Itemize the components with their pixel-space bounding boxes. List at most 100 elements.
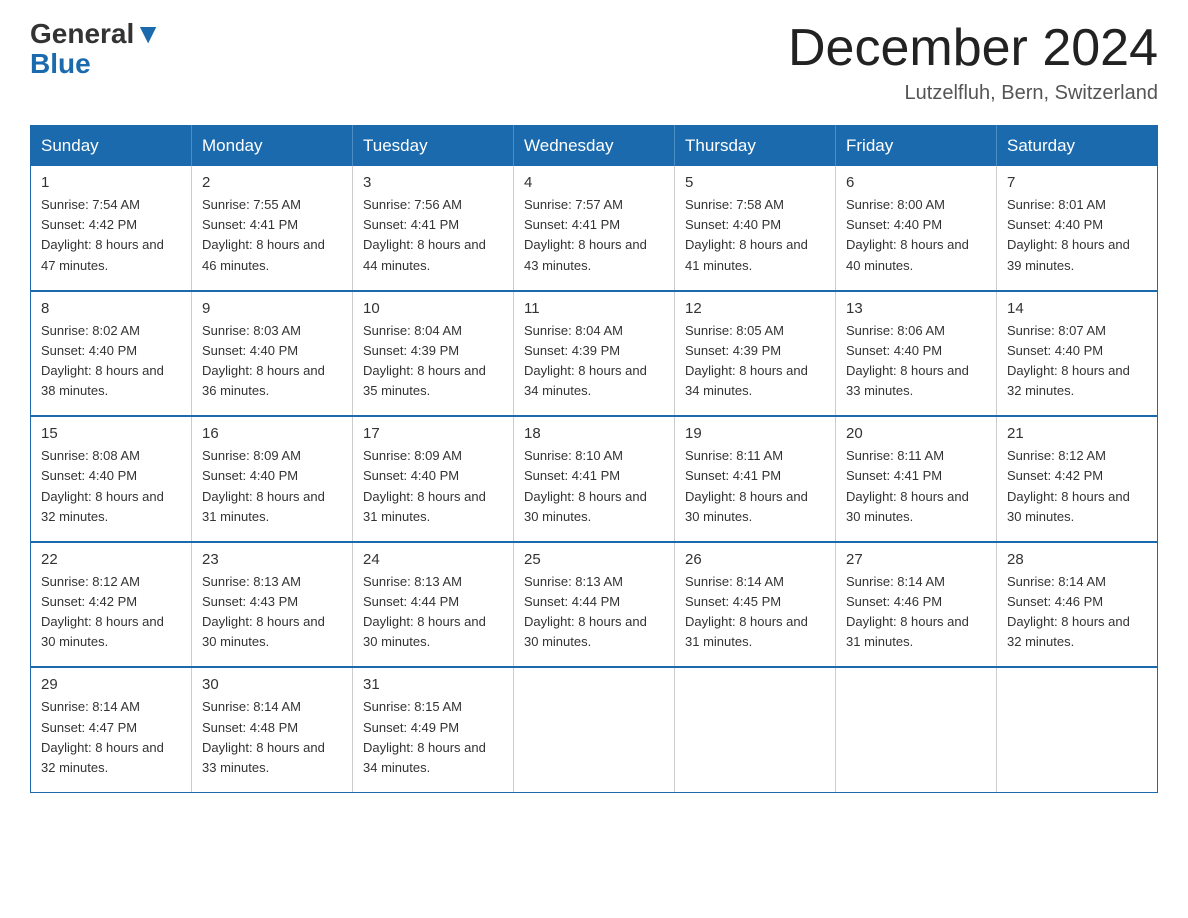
calendar-cell: 13 Sunrise: 8:06 AM Sunset: 4:40 PM Dayl… <box>836 291 997 417</box>
day-info: Sunrise: 7:57 AM Sunset: 4:41 PM Dayligh… <box>524 195 664 276</box>
day-number: 18 <box>524 425 664 442</box>
day-info: Sunrise: 8:11 AM Sunset: 4:41 PM Dayligh… <box>846 446 986 527</box>
calendar-cell: 21 Sunrise: 8:12 AM Sunset: 4:42 PM Dayl… <box>997 416 1158 542</box>
calendar-cell: 6 Sunrise: 8:00 AM Sunset: 4:40 PM Dayli… <box>836 166 997 291</box>
day-info: Sunrise: 8:04 AM Sunset: 4:39 PM Dayligh… <box>363 321 503 402</box>
day-info: Sunrise: 8:14 AM Sunset: 4:48 PM Dayligh… <box>202 697 342 778</box>
month-title: December 2024 <box>788 20 1158 77</box>
calendar-cell: 7 Sunrise: 8:01 AM Sunset: 4:40 PM Dayli… <box>997 166 1158 291</box>
calendar-cell: 25 Sunrise: 8:13 AM Sunset: 4:44 PM Dayl… <box>514 542 675 668</box>
day-info: Sunrise: 8:03 AM Sunset: 4:40 PM Dayligh… <box>202 321 342 402</box>
calendar-cell: 18 Sunrise: 8:10 AM Sunset: 4:41 PM Dayl… <box>514 416 675 542</box>
day-number: 6 <box>846 174 986 191</box>
day-info: Sunrise: 8:09 AM Sunset: 4:40 PM Dayligh… <box>363 446 503 527</box>
day-number: 12 <box>685 300 825 317</box>
day-number: 27 <box>846 551 986 568</box>
day-number: 30 <box>202 676 342 693</box>
day-info: Sunrise: 8:13 AM Sunset: 4:44 PM Dayligh… <box>363 572 503 653</box>
day-number: 19 <box>685 425 825 442</box>
calendar-cell: 30 Sunrise: 8:14 AM Sunset: 4:48 PM Dayl… <box>192 667 353 792</box>
day-info: Sunrise: 8:04 AM Sunset: 4:39 PM Dayligh… <box>524 321 664 402</box>
calendar-header: Sunday Monday Tuesday Wednesday Thursday… <box>31 126 1158 167</box>
day-info: Sunrise: 8:14 AM Sunset: 4:45 PM Dayligh… <box>685 572 825 653</box>
day-number: 8 <box>41 300 181 317</box>
header-sunday: Sunday <box>31 126 192 167</box>
day-number: 21 <box>1007 425 1147 442</box>
day-number: 3 <box>363 174 503 191</box>
day-number: 10 <box>363 300 503 317</box>
calendar-cell: 29 Sunrise: 8:14 AM Sunset: 4:47 PM Dayl… <box>31 667 192 792</box>
calendar-cell <box>836 667 997 792</box>
calendar-row: 15 Sunrise: 8:08 AM Sunset: 4:40 PM Dayl… <box>31 416 1158 542</box>
day-number: 29 <box>41 676 181 693</box>
calendar-cell: 31 Sunrise: 8:15 AM Sunset: 4:49 PM Dayl… <box>353 667 514 792</box>
calendar-cell: 9 Sunrise: 8:03 AM Sunset: 4:40 PM Dayli… <box>192 291 353 417</box>
day-number: 13 <box>846 300 986 317</box>
day-number: 31 <box>363 676 503 693</box>
day-number: 5 <box>685 174 825 191</box>
day-number: 1 <box>41 174 181 191</box>
calendar-body: 1 Sunrise: 7:54 AM Sunset: 4:42 PM Dayli… <box>31 166 1158 792</box>
calendar-cell: 16 Sunrise: 8:09 AM Sunset: 4:40 PM Dayl… <box>192 416 353 542</box>
day-number: 2 <box>202 174 342 191</box>
calendar-cell: 5 Sunrise: 7:58 AM Sunset: 4:40 PM Dayli… <box>675 166 836 291</box>
day-info: Sunrise: 8:13 AM Sunset: 4:44 PM Dayligh… <box>524 572 664 653</box>
day-info: Sunrise: 7:56 AM Sunset: 4:41 PM Dayligh… <box>363 195 503 276</box>
day-info: Sunrise: 8:12 AM Sunset: 4:42 PM Dayligh… <box>1007 446 1147 527</box>
day-number: 20 <box>846 425 986 442</box>
day-number: 17 <box>363 425 503 442</box>
day-number: 25 <box>524 551 664 568</box>
day-number: 26 <box>685 551 825 568</box>
calendar-cell: 17 Sunrise: 8:09 AM Sunset: 4:40 PM Dayl… <box>353 416 514 542</box>
calendar-cell: 1 Sunrise: 7:54 AM Sunset: 4:42 PM Dayli… <box>31 166 192 291</box>
calendar-table: Sunday Monday Tuesday Wednesday Thursday… <box>30 125 1158 793</box>
calendar-row: 22 Sunrise: 8:12 AM Sunset: 4:42 PM Dayl… <box>31 542 1158 668</box>
title-section: December 2024 Lutzelfluh, Bern, Switzerl… <box>788 20 1158 105</box>
header-friday: Friday <box>836 126 997 167</box>
logo: General▼ Blue <box>30 20 162 78</box>
day-info: Sunrise: 8:12 AM Sunset: 4:42 PM Dayligh… <box>41 572 181 653</box>
day-number: 7 <box>1007 174 1147 191</box>
day-info: Sunrise: 8:14 AM Sunset: 4:46 PM Dayligh… <box>846 572 986 653</box>
logo-general: General▼ <box>30 20 162 48</box>
calendar-cell: 3 Sunrise: 7:56 AM Sunset: 4:41 PM Dayli… <box>353 166 514 291</box>
day-info: Sunrise: 8:07 AM Sunset: 4:40 PM Dayligh… <box>1007 321 1147 402</box>
day-number: 28 <box>1007 551 1147 568</box>
calendar-cell <box>997 667 1158 792</box>
day-info: Sunrise: 8:10 AM Sunset: 4:41 PM Dayligh… <box>524 446 664 527</box>
day-info: Sunrise: 8:00 AM Sunset: 4:40 PM Dayligh… <box>846 195 986 276</box>
header-monday: Monday <box>192 126 353 167</box>
calendar-cell: 20 Sunrise: 8:11 AM Sunset: 4:41 PM Dayl… <box>836 416 997 542</box>
calendar-cell: 23 Sunrise: 8:13 AM Sunset: 4:43 PM Dayl… <box>192 542 353 668</box>
day-info: Sunrise: 8:05 AM Sunset: 4:39 PM Dayligh… <box>685 321 825 402</box>
calendar-cell: 22 Sunrise: 8:12 AM Sunset: 4:42 PM Dayl… <box>31 542 192 668</box>
day-number: 11 <box>524 300 664 317</box>
day-number: 23 <box>202 551 342 568</box>
day-info: Sunrise: 8:02 AM Sunset: 4:40 PM Dayligh… <box>41 321 181 402</box>
day-info: Sunrise: 8:09 AM Sunset: 4:40 PM Dayligh… <box>202 446 342 527</box>
header-wednesday: Wednesday <box>514 126 675 167</box>
day-info: Sunrise: 8:08 AM Sunset: 4:40 PM Dayligh… <box>41 446 181 527</box>
day-info: Sunrise: 8:06 AM Sunset: 4:40 PM Dayligh… <box>846 321 986 402</box>
calendar-cell: 24 Sunrise: 8:13 AM Sunset: 4:44 PM Dayl… <box>353 542 514 668</box>
day-number: 15 <box>41 425 181 442</box>
calendar-row: 8 Sunrise: 8:02 AM Sunset: 4:40 PM Dayli… <box>31 291 1158 417</box>
day-info: Sunrise: 8:01 AM Sunset: 4:40 PM Dayligh… <box>1007 195 1147 276</box>
logo-blue: Blue <box>30 50 91 78</box>
day-info: Sunrise: 8:15 AM Sunset: 4:49 PM Dayligh… <box>363 697 503 778</box>
calendar-cell: 26 Sunrise: 8:14 AM Sunset: 4:45 PM Dayl… <box>675 542 836 668</box>
calendar-row: 29 Sunrise: 8:14 AM Sunset: 4:47 PM Dayl… <box>31 667 1158 792</box>
calendar-cell: 8 Sunrise: 8:02 AM Sunset: 4:40 PM Dayli… <box>31 291 192 417</box>
day-info: Sunrise: 8:14 AM Sunset: 4:47 PM Dayligh… <box>41 697 181 778</box>
calendar-cell: 12 Sunrise: 8:05 AM Sunset: 4:39 PM Dayl… <box>675 291 836 417</box>
header-saturday: Saturday <box>997 126 1158 167</box>
day-number: 4 <box>524 174 664 191</box>
calendar-cell: 14 Sunrise: 8:07 AM Sunset: 4:40 PM Dayl… <box>997 291 1158 417</box>
header-row: Sunday Monday Tuesday Wednesday Thursday… <box>31 126 1158 167</box>
calendar-cell <box>514 667 675 792</box>
day-info: Sunrise: 7:55 AM Sunset: 4:41 PM Dayligh… <box>202 195 342 276</box>
day-info: Sunrise: 8:14 AM Sunset: 4:46 PM Dayligh… <box>1007 572 1147 653</box>
day-number: 9 <box>202 300 342 317</box>
day-number: 14 <box>1007 300 1147 317</box>
calendar-cell: 11 Sunrise: 8:04 AM Sunset: 4:39 PM Dayl… <box>514 291 675 417</box>
